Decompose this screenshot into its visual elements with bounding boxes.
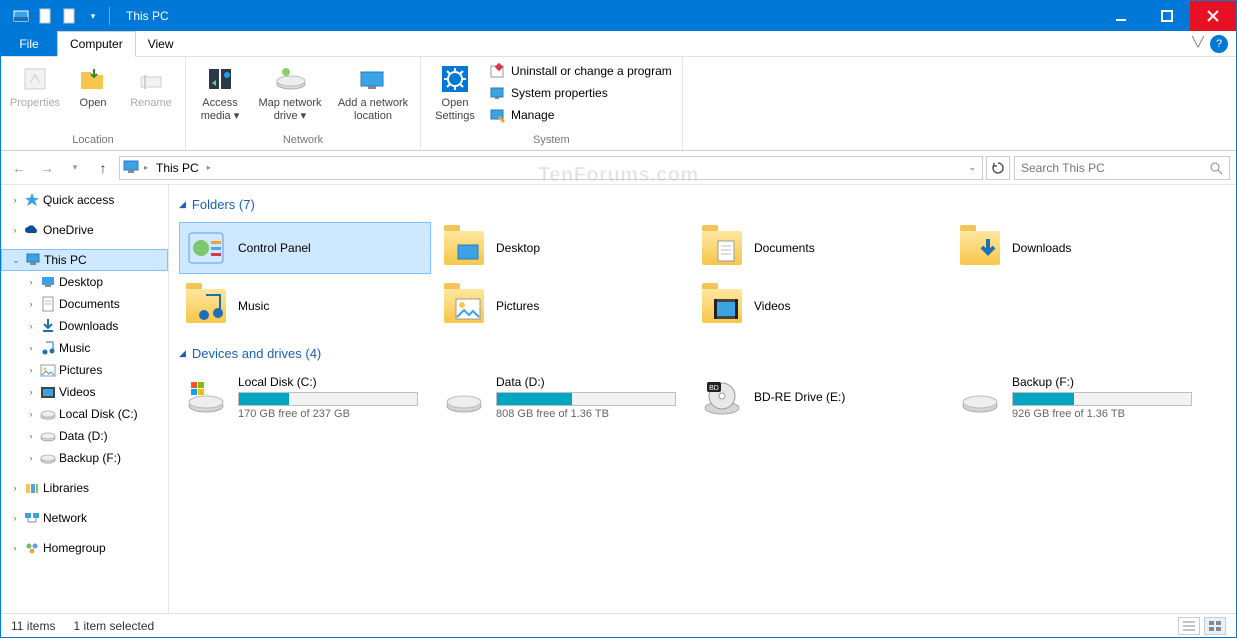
system-menu-icon[interactable]	[9, 4, 33, 28]
tile-documents[interactable]: Documents	[695, 222, 947, 274]
refresh-button[interactable]	[986, 156, 1010, 180]
titlebar: ▾ This PC	[1, 1, 1236, 31]
nav-onedrive[interactable]: ›OneDrive	[1, 219, 168, 241]
open-button[interactable]: Open	[65, 59, 121, 110]
properties-button[interactable]: Properties	[7, 59, 63, 110]
crumb-thispc[interactable]: This PC	[152, 161, 203, 175]
nav-data-d[interactable]: ›Data (D:)	[1, 425, 168, 447]
tile-pictures[interactable]: Pictures	[437, 280, 689, 332]
qat-doc2-icon[interactable]	[57, 4, 81, 28]
nav-documents[interactable]: ›Documents	[1, 293, 168, 315]
system-properties-button[interactable]: System properties	[485, 83, 676, 103]
ribbon-group-system: Open Settings Uninstall or change a prog…	[421, 57, 683, 150]
nav-pictures[interactable]: ›Pictures	[1, 359, 168, 381]
address-bar: ← → ▾ ↑ ▸ This PC ▸ ⌄ Search This PC	[1, 151, 1236, 185]
nav-desktop[interactable]: ›Desktop	[1, 271, 168, 293]
map-drive-button[interactable]: Map network drive ▾	[250, 59, 330, 123]
view-details-button[interactable]	[1178, 617, 1200, 635]
nav-libraries[interactable]: ›Libraries	[1, 477, 168, 499]
open-settings-button[interactable]: Open Settings	[427, 59, 483, 123]
nav-homegroup[interactable]: ›Homegroup	[1, 537, 168, 559]
nav-downloads[interactable]: ›Downloads	[1, 315, 168, 337]
ribbon-tabs: File Computer View ╲╱ ?	[1, 31, 1236, 57]
recent-button[interactable]: ▾	[63, 156, 87, 180]
address-box[interactable]: ▸ This PC ▸ ⌄	[119, 156, 983, 180]
maximize-button[interactable]	[1144, 1, 1190, 31]
collapse-icon: ◢	[179, 199, 186, 210]
search-input[interactable]: Search This PC	[1014, 156, 1230, 180]
drive-c-fill	[239, 393, 289, 405]
manage-button[interactable]: Manage	[485, 105, 676, 125]
up-button[interactable]: ↑	[91, 156, 115, 180]
status-count: 11 items	[11, 619, 55, 633]
tile-desktop[interactable]: Desktop	[437, 222, 689, 274]
minimize-button[interactable]	[1098, 1, 1144, 31]
qat-dropdown-icon[interactable]: ▾	[81, 4, 105, 28]
tile-drive-e[interactable]: BD BD-RE Drive (E:)	[695, 371, 947, 423]
window-title: This PC	[114, 9, 169, 23]
crumb-sep2-icon[interactable]: ▸	[207, 163, 211, 172]
uninstall-program-button[interactable]: Uninstall or change a program	[485, 61, 676, 81]
access-media-button[interactable]: Access media ▾	[192, 59, 248, 123]
tile-control-panel[interactable]: Control Panel	[179, 222, 431, 274]
thispc-icon	[122, 159, 140, 177]
tile-drive-f[interactable]: Backup (F:)926 GB free of 1.36 TB	[953, 371, 1205, 423]
tile-downloads[interactable]: Downloads	[953, 222, 1205, 274]
ribbon: Properties Open Rename Location Access m…	[1, 57, 1236, 151]
nav-local-disk-c[interactable]: ›Local Disk (C:)	[1, 403, 168, 425]
tile-music[interactable]: Music	[179, 280, 431, 332]
group-header-folders[interactable]: ◢Folders (7)	[179, 193, 1236, 216]
file-tab[interactable]: File	[1, 31, 57, 56]
nav-pane: ›Quick access ›OneDrive ⌄This PC ›Deskto…	[1, 185, 169, 613]
tile-drive-d[interactable]: Data (D:)808 GB free of 1.36 TB	[437, 371, 689, 423]
search-icon	[1209, 161, 1223, 175]
ribbon-group-location: Properties Open Rename Location	[1, 57, 186, 150]
view-large-icons-button[interactable]	[1204, 617, 1226, 635]
crumb-sep-icon[interactable]: ▸	[144, 163, 148, 172]
nav-quick-access[interactable]: ›Quick access	[1, 189, 168, 211]
rename-button[interactable]: Rename	[123, 59, 179, 110]
tab-view[interactable]: View	[136, 31, 187, 56]
nav-this-pc[interactable]: ⌄This PC	[1, 249, 168, 271]
search-placeholder: Search This PC	[1021, 161, 1209, 175]
svg-text:BD: BD	[709, 385, 719, 392]
content-area: ◢Folders (7) Control Panel Desktop Docum…	[169, 185, 1236, 613]
close-button[interactable]	[1190, 1, 1236, 31]
nav-videos[interactable]: ›Videos	[1, 381, 168, 403]
collapse-icon: ◢	[179, 348, 186, 359]
drive-f-fill	[1013, 393, 1074, 405]
add-network-location-button[interactable]: Add a network location	[332, 59, 414, 123]
forward-button[interactable]: →	[35, 156, 59, 180]
status-bar: 11 items 1 item selected	[1, 613, 1236, 637]
address-dropdown-icon[interactable]: ⌄	[968, 162, 976, 173]
nav-backup-f[interactable]: ›Backup (F:)	[1, 447, 168, 469]
nav-music[interactable]: ›Music	[1, 337, 168, 359]
nav-network[interactable]: ›Network	[1, 507, 168, 529]
group-header-drives[interactable]: ◢Devices and drives (4)	[179, 342, 1236, 365]
tile-videos[interactable]: Videos	[695, 280, 947, 332]
back-button[interactable]: ←	[7, 156, 31, 180]
ribbon-group-network: Access media ▾ Map network drive ▾ Add a…	[186, 57, 421, 150]
drive-d-fill	[497, 393, 572, 405]
tab-computer[interactable]: Computer	[57, 31, 136, 57]
status-selected: 1 item selected	[73, 619, 154, 633]
ribbon-collapse-icon[interactable]: ╲╱	[1192, 37, 1204, 48]
help-icon[interactable]: ?	[1210, 35, 1228, 53]
qat-doc-icon[interactable]	[33, 4, 57, 28]
tile-drive-c[interactable]: Local Disk (C:)170 GB free of 237 GB	[179, 371, 431, 423]
